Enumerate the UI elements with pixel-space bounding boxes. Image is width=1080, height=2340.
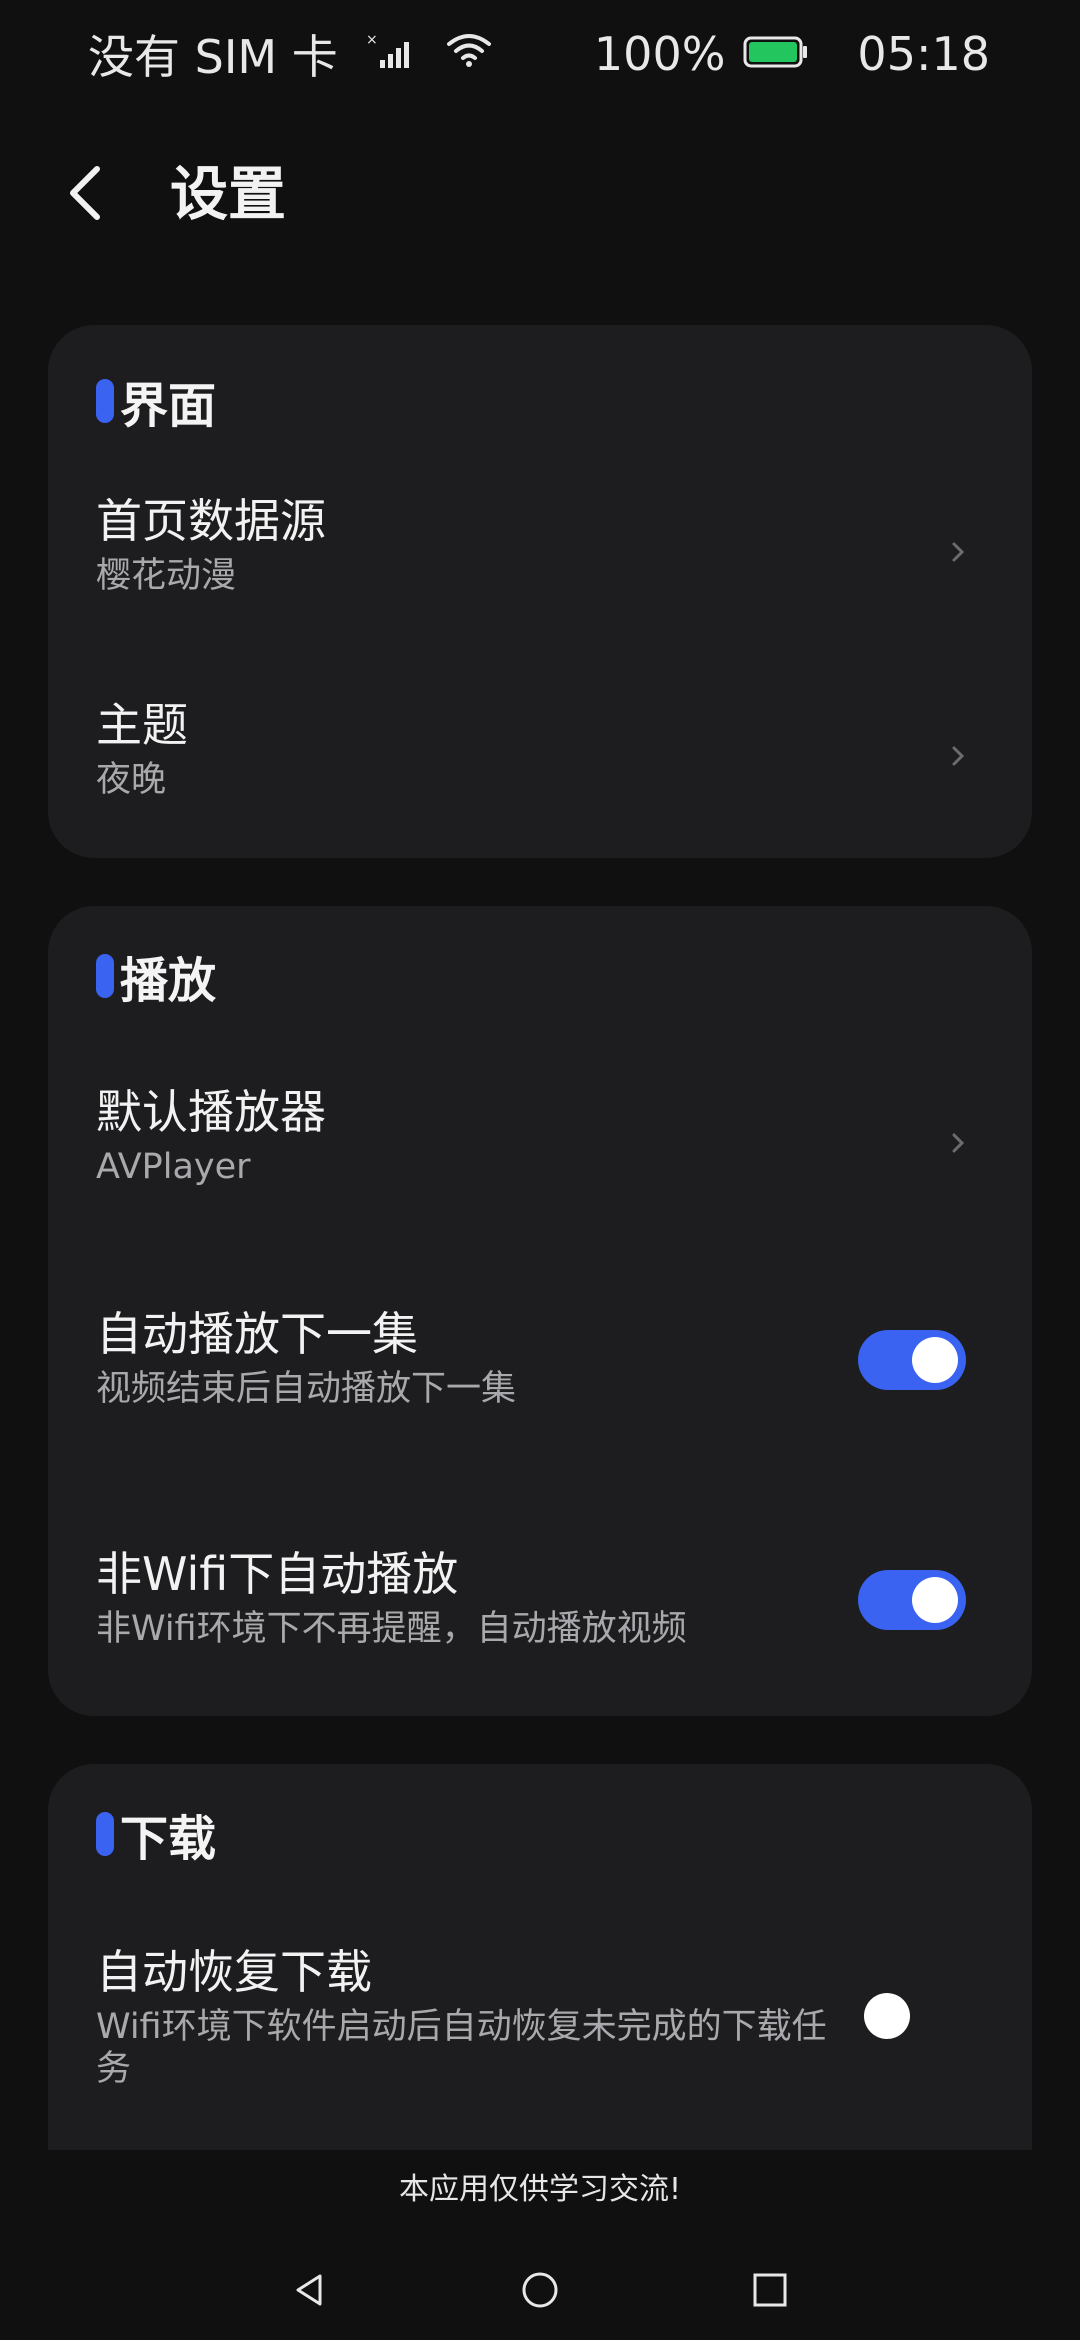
disclaimer-notice: 本应用仅供学习交流! bbox=[398, 2172, 682, 2207]
section-playback: 播放 默认播放器 AVPlayer 自动播放下一集 视频结束后自动播放下一集 非… bbox=[48, 906, 1032, 1716]
section-title: 播放 bbox=[120, 953, 217, 1009]
setting-autoplay-next: 自动播放下一集 视频结束后自动播放下一集 bbox=[48, 1298, 1032, 1458]
chevron-left-icon bbox=[65, 163, 105, 227]
section-title: 界面 bbox=[120, 378, 217, 434]
bottom-area: 本应用仅供学习交流! bbox=[0, 2150, 1080, 2340]
section-download: 下载 自动恢复下载 Wifi环境下软件启动后自动恢复未完成的下载任务 bbox=[48, 1764, 1032, 2184]
section-header: 下载 bbox=[96, 1808, 216, 1867]
section-accent-bar bbox=[96, 954, 114, 998]
setting-description: 视频结束后自动播放下一集 bbox=[96, 1369, 517, 1409]
setting-value: 樱花动漫 bbox=[96, 556, 237, 596]
autoplay-next-toggle[interactable] bbox=[858, 1330, 966, 1390]
back-triangle-icon bbox=[290, 2270, 330, 2314]
carrier-label: 没有 SIM 卡 bbox=[88, 30, 338, 84]
setting-value: AVPlayer bbox=[96, 1147, 251, 1187]
setting-auto-resume-download: 自动恢复下载 Wifi环境下软件启动后自动恢复未完成的下载任务 bbox=[48, 1936, 1032, 2136]
toggle-knob bbox=[864, 1993, 910, 2039]
auto-resume-download-toggle[interactable] bbox=[858, 1986, 966, 2046]
status-right: 100% 05:18 bbox=[594, 26, 990, 82]
setting-title: 自动播放下一集 bbox=[96, 1307, 418, 1361]
setting-non-wifi-autoplay: 非Wifi下自动播放 非Wifi环境下不再提醒，自动播放视频 bbox=[48, 1538, 1032, 1698]
section-accent-bar bbox=[96, 1812, 114, 1856]
setting-default-player[interactable]: 默认播放器 AVPlayer bbox=[48, 1076, 1032, 1236]
svg-text:×: × bbox=[366, 32, 378, 48]
setting-title: 非Wifi下自动播放 bbox=[96, 1547, 459, 1601]
top-app-bar: 设置 bbox=[0, 140, 1080, 250]
setting-title: 自动恢复下载 bbox=[96, 1945, 372, 1999]
setting-description: Wifi环境下软件启动后自动恢复未完成的下载任务 bbox=[96, 2007, 827, 2089]
nav-home-button[interactable] bbox=[500, 2252, 580, 2332]
setting-theme[interactable]: 主题 夜晚 bbox=[48, 689, 1032, 849]
setting-title: 主题 bbox=[96, 698, 188, 752]
chevron-right-icon bbox=[946, 532, 970, 572]
nav-back-button[interactable] bbox=[270, 2252, 350, 2332]
section-accent-bar bbox=[96, 379, 114, 423]
recents-square-icon bbox=[750, 2270, 790, 2314]
page-title: 设置 bbox=[170, 160, 287, 228]
setting-value: 夜晚 bbox=[96, 760, 167, 800]
nav-recents-button[interactable] bbox=[730, 2252, 810, 2332]
section-title: 下载 bbox=[120, 1811, 217, 1867]
toggle-knob bbox=[912, 1577, 958, 1623]
wifi-icon bbox=[446, 27, 492, 81]
section-header: 播放 bbox=[96, 950, 216, 1009]
setting-title: 默认播放器 bbox=[96, 1085, 326, 1139]
status-bar: 没有 SIM 卡 × 100% 05:18 bbox=[0, 0, 1080, 110]
section-header: 界面 bbox=[96, 375, 216, 434]
section-interface: 界面 首页数据源 樱花动漫 主题 夜晚 bbox=[48, 325, 1032, 858]
home-circle-icon bbox=[520, 2270, 560, 2314]
no-sim-signal-icon: × bbox=[366, 27, 418, 81]
back-button[interactable] bbox=[50, 160, 120, 230]
chevron-right-icon bbox=[946, 1123, 970, 1163]
status-left: 没有 SIM 卡 × bbox=[88, 26, 492, 84]
battery-icon bbox=[743, 27, 809, 81]
setting-home-source[interactable]: 首页数据源 樱花动漫 bbox=[48, 485, 1032, 655]
battery-percent: 100% bbox=[593, 27, 726, 81]
chevron-right-icon bbox=[946, 736, 970, 776]
setting-description: 非Wifi环境下不再提醒，自动播放视频 bbox=[96, 1609, 687, 1649]
toggle-knob bbox=[912, 1337, 958, 1383]
setting-title: 首页数据源 bbox=[96, 494, 326, 548]
clock: 05:18 bbox=[857, 27, 990, 81]
non-wifi-autoplay-toggle[interactable] bbox=[858, 1570, 966, 1630]
